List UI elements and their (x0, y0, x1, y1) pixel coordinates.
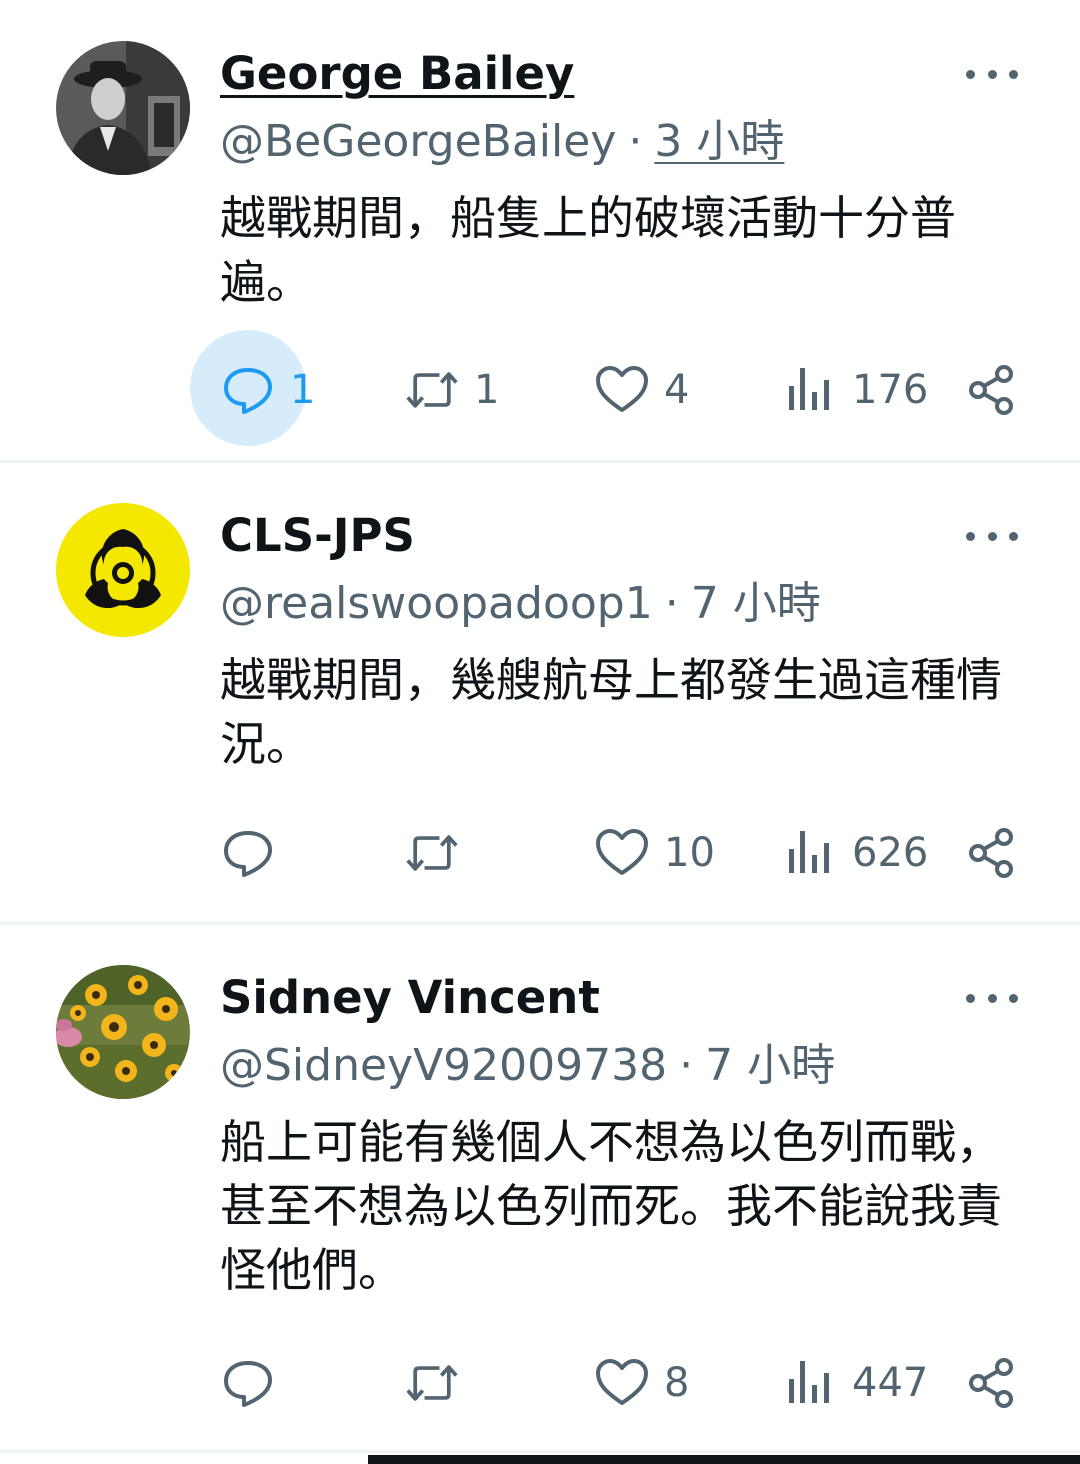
like-count: 8 (664, 1360, 690, 1406)
timestamp[interactable]: 3 小時 (654, 116, 784, 167)
views-button[interactable]: 447 (782, 1348, 928, 1418)
handle-time: @realswoopadoop1 · 7 小時 (220, 576, 821, 632)
separator: · (628, 116, 643, 167)
more-options-icon[interactable] (960, 978, 1024, 1018)
more-options-icon[interactable] (960, 54, 1024, 94)
reply-button[interactable]: 1 (220, 355, 315, 425)
separator: · (679, 1040, 694, 1091)
tweet-text: 船上可能有幾個人不想為以色列而戰，甚至不想為以色列而死。我不能說我責怪他們。 (220, 1115, 1002, 1297)
handle-time: @BeGeorgeBailey · 3 小時 (220, 114, 784, 170)
action-bar: 1 1 4 176 (0, 355, 1080, 425)
timestamp[interactable]: 7 小時 (705, 1040, 835, 1091)
retweet-count: 1 (474, 367, 500, 413)
like-button[interactable]: 8 (594, 1348, 689, 1418)
tweet-text: 越戰期間，幾艘航母上都發生過這種情況。 (220, 653, 1002, 771)
handle-time: @SidneyV92009738 · 7 小時 (220, 1038, 835, 1094)
like-button[interactable]: 10 (594, 818, 715, 888)
divider (0, 922, 1080, 925)
handle[interactable]: @SidneyV92009738 (220, 1040, 667, 1091)
reply-icon (220, 825, 276, 881)
divider (0, 460, 1080, 463)
heart-icon (594, 362, 650, 418)
handle[interactable]: @BeGeorgeBailey (220, 116, 616, 167)
retweet-icon (404, 825, 460, 881)
more-options-icon[interactable] (960, 516, 1024, 556)
views-chart-icon (782, 825, 838, 881)
retweet-button[interactable]: 1 (404, 355, 499, 425)
share-icon (964, 1355, 1020, 1411)
views-chart-icon (782, 1355, 838, 1411)
action-bar: 8 447 (0, 1348, 1080, 1418)
display-name[interactable]: CLS-JPS (220, 508, 415, 564)
handle[interactable]: @realswoopadoop1 (220, 578, 653, 629)
reply-icon (220, 1355, 276, 1411)
flowers-photo-icon (56, 965, 190, 1099)
retweet-button[interactable] (404, 1348, 474, 1418)
view-count: 176 (852, 367, 929, 413)
view-count: 626 (852, 830, 929, 876)
view-count: 447 (852, 1360, 929, 1406)
retweet-icon (404, 362, 460, 418)
views-button[interactable]: 626 (782, 818, 928, 888)
reply-icon (220, 362, 276, 418)
timestamp[interactable]: 7 小時 (691, 578, 821, 629)
avatar[interactable] (56, 965, 190, 1099)
views-button[interactable]: 176 (782, 355, 928, 425)
avatar[interactable] (56, 41, 190, 175)
display-name[interactable]: George Bailey (220, 46, 574, 102)
share-button[interactable] (964, 1348, 1020, 1418)
retweet-icon (404, 1355, 460, 1411)
like-count: 4 (664, 367, 690, 413)
reply-button[interactable] (220, 1348, 290, 1418)
share-button[interactable] (964, 355, 1020, 425)
avatar[interactable] (56, 503, 190, 637)
share-button[interactable] (964, 818, 1020, 888)
heart-icon (594, 825, 650, 881)
bottom-edge-bar (368, 1455, 1080, 1464)
share-icon (964, 825, 1020, 881)
heart-icon (594, 1355, 650, 1411)
divider (0, 1450, 1080, 1453)
views-chart-icon (782, 362, 838, 418)
action-bar: 10 626 (0, 818, 1080, 888)
like-button[interactable]: 4 (594, 355, 689, 425)
display-name[interactable]: Sidney Vincent (220, 970, 600, 1026)
biohazard-icon (56, 503, 190, 637)
share-icon (964, 362, 1020, 418)
like-count: 10 (664, 830, 715, 876)
tweet-text: 越戰期間，船隻上的破壞活動十分普遍。 (220, 191, 956, 309)
reply-count: 1 (290, 367, 316, 413)
reply-button[interactable] (220, 818, 290, 888)
portrait-photo-icon (56, 41, 190, 175)
retweet-button[interactable] (404, 818, 474, 888)
separator: · (664, 578, 679, 629)
